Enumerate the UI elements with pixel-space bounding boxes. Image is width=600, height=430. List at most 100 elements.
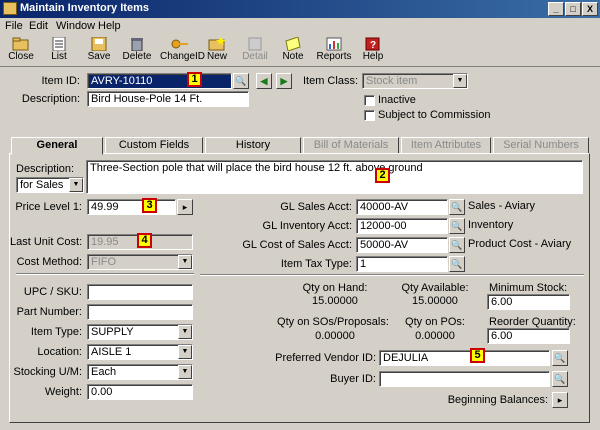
callout-5: 5 xyxy=(470,348,485,363)
part-number-field[interactable] xyxy=(87,304,193,320)
gl-cost-description: Product Cost - Aviary xyxy=(468,238,572,250)
tab-custom-fields[interactable]: Custom Fields xyxy=(105,137,203,154)
tax-type-field[interactable]: 1 xyxy=(356,256,448,272)
close-folder-icon xyxy=(12,37,29,51)
min-stock-field[interactable]: 6.00 xyxy=(487,294,570,310)
tab-serial-numbers[interactable]: Serial Numbers xyxy=(493,137,589,154)
delete-icon xyxy=(131,38,143,51)
upc-label: UPC / SKU: xyxy=(23,286,82,298)
chevron-down-icon: ▼ xyxy=(181,258,189,265)
close-button[interactable]: Close xyxy=(4,35,38,67)
item-class-label: Item Class: xyxy=(302,75,358,87)
vendor-label: Preferred Vendor ID: xyxy=(275,352,376,364)
arrow-left-icon: ◀ xyxy=(260,76,268,86)
minimize-button[interactable]: _ xyxy=(548,2,564,16)
delete-button[interactable]: Delete xyxy=(120,35,154,67)
inactive-checkbox[interactable] xyxy=(364,95,375,106)
cost-method-dropdown-arrow[interactable]: ▼ xyxy=(178,255,192,269)
qty-po-label: Qty on POs: xyxy=(405,316,465,328)
magnifier-icon: 🔍 xyxy=(451,202,463,212)
detail-button[interactable]: Detail xyxy=(238,35,272,67)
magnifier-icon: 🔍 xyxy=(235,76,247,86)
maximize-button[interactable]: □ xyxy=(565,2,581,16)
gl-cost-lookup-button[interactable]: 🔍 xyxy=(449,237,465,253)
gl-sales-field[interactable]: 40000-AV xyxy=(356,199,448,215)
min-stock-label: Minimum Stock: xyxy=(489,282,568,294)
new-button[interactable]: New xyxy=(200,35,234,67)
menu-help[interactable]: Help xyxy=(98,20,121,32)
previous-record-button[interactable]: ◀ xyxy=(256,73,272,89)
divider xyxy=(16,273,194,275)
weight-label: Weight: xyxy=(44,386,82,398)
description-field[interactable]: Bird House-Pole 14 Ft. xyxy=(87,91,249,107)
tax-type-lookup-button[interactable]: 🔍 xyxy=(449,256,465,272)
price-level-label: Price Level 1: xyxy=(15,201,82,213)
stocking-um-dropdown-arrow[interactable]: ▼ xyxy=(178,365,192,379)
tab-item-attributes[interactable]: Item Attributes xyxy=(401,137,491,154)
arrow-right-small-icon: ▸ xyxy=(182,202,188,212)
list-icon xyxy=(52,37,66,51)
tab-bill-of-materials[interactable]: Bill of Materials xyxy=(303,137,399,154)
long-description-field[interactable]: Three-Section pole that will place the b… xyxy=(86,160,583,194)
next-record-button[interactable]: ▶ xyxy=(276,73,292,89)
title-bar: Maintain Inventory Items _ □ X xyxy=(0,0,600,18)
gl-sales-lookup-button[interactable]: 🔍 xyxy=(449,199,465,215)
qty-so-value: 0.00000 xyxy=(315,330,355,342)
magnifier-icon: 🔍 xyxy=(554,374,566,384)
stocking-um-label: Stocking U/M: xyxy=(13,366,82,378)
gl-sales-label: GL Sales Acct: xyxy=(280,201,352,213)
upc-field[interactable] xyxy=(87,284,193,300)
tab-general[interactable]: General xyxy=(11,137,103,155)
qty-available-label: Qty Available: xyxy=(401,282,469,294)
reports-button[interactable]: Reports xyxy=(314,35,354,67)
save-icon xyxy=(91,37,107,51)
save-button[interactable]: Save xyxy=(82,35,116,67)
gl-inventory-field[interactable]: 12000-00 xyxy=(356,218,448,234)
vendor-lookup-button[interactable]: 🔍 xyxy=(552,350,568,366)
commission-checkbox[interactable] xyxy=(364,110,375,121)
item-id-field[interactable]: AVRY-10110 xyxy=(87,73,232,89)
menu-file[interactable]: File xyxy=(5,20,23,32)
menu-bar: File Edit Window Help xyxy=(0,18,600,35)
description-for-dropdown-arrow[interactable]: ▼ xyxy=(69,178,83,192)
gl-inventory-description: Inventory xyxy=(468,219,514,231)
beginning-balances-button[interactable]: ▸ xyxy=(552,392,568,408)
item-type-dropdown-arrow[interactable]: ▼ xyxy=(178,325,192,339)
reorder-label: Reorder Quantity: xyxy=(489,316,576,328)
weight-field[interactable]: 0.00 xyxy=(87,384,193,400)
callout-1: 1 xyxy=(187,72,202,87)
price-levels-button[interactable]: ▸ xyxy=(177,199,193,215)
magnifier-icon: 🔍 xyxy=(451,259,463,269)
vendor-field[interactable]: DEJULIA xyxy=(379,350,550,366)
callout-4: 4 xyxy=(137,233,152,248)
price-level-field[interactable]: 49.99 xyxy=(87,199,176,215)
detail-icon xyxy=(248,37,262,51)
location-dropdown-arrow[interactable]: ▼ xyxy=(178,345,192,359)
app-icon xyxy=(3,2,17,15)
buyer-field[interactable] xyxy=(379,371,550,387)
chevron-down-icon: ▼ xyxy=(181,368,189,375)
beginning-balances-label: Beginning Balances: xyxy=(447,394,548,406)
close-window-button[interactable]: X xyxy=(582,2,598,16)
qty-on-hand-value: 15.00000 xyxy=(312,295,358,307)
item-class-dropdown-arrow[interactable]: ▼ xyxy=(453,74,467,88)
callout-3: 3 xyxy=(142,198,157,213)
tab-history[interactable]: History xyxy=(205,137,301,154)
reorder-field[interactable]: 6.00 xyxy=(487,328,570,344)
list-button[interactable]: List xyxy=(42,35,76,67)
magnifier-icon: 🔍 xyxy=(554,353,566,363)
note-button[interactable]: Note xyxy=(276,35,310,67)
item-id-lookup-button[interactable]: 🔍 xyxy=(233,73,249,89)
menu-window[interactable]: Window xyxy=(56,20,95,32)
changeid-button[interactable]: ChangeID xyxy=(160,35,205,67)
buyer-lookup-button[interactable]: 🔍 xyxy=(552,371,568,387)
chevron-down-icon: ▼ xyxy=(72,181,80,188)
gl-inventory-lookup-button[interactable]: 🔍 xyxy=(449,218,465,234)
reports-icon xyxy=(326,37,342,51)
qty-on-hand-label: Qty on Hand: xyxy=(302,282,368,294)
cost-method-label: Cost Method: xyxy=(16,256,82,268)
menu-edit[interactable]: Edit xyxy=(29,20,48,32)
help-button[interactable]: ? Help xyxy=(356,35,390,67)
gl-cost-field[interactable]: 50000-AV xyxy=(356,237,448,253)
svg-text:?: ? xyxy=(370,40,376,51)
